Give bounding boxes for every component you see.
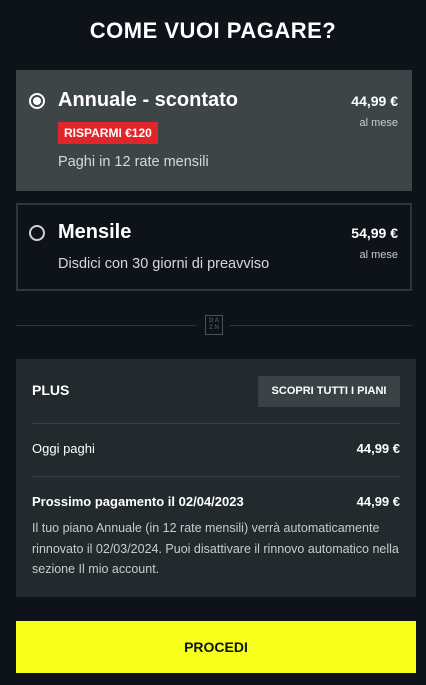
discover-all-plans-button[interactable]: SCOPRI TUTTI I PIANI (258, 376, 400, 407)
plan-period: al mese (359, 117, 398, 129)
next-payment-label: Prossimo pagamento il 02/04/2023 (32, 494, 244, 509)
plan-name: Mensile (58, 221, 132, 243)
plan-name: Annuale - scontato (58, 89, 239, 111)
today-pay-value: 44,99 € (356, 441, 400, 456)
plan-option-annual[interactable]: Annuale - scontato 44,99 € al mese RISPA… (16, 70, 412, 191)
next-payment-value: 44,99 € (356, 494, 400, 509)
radio-unselected-icon[interactable] (29, 225, 45, 241)
plan-price: 44,99 € (351, 93, 398, 109)
summary-divider (32, 476, 400, 477)
renewal-note: Il tuo piano Annuale (in 12 rate mensili… (32, 521, 399, 576)
payment-summary-panel: PLUS SCOPRI TUTTI I PIANI Oggi paghi 44,… (16, 359, 416, 597)
radio-dot-icon (33, 97, 41, 105)
proceed-button[interactable]: PROCEDI (16, 621, 416, 673)
page-title: COME VUOI PAGARE? (89, 18, 337, 43)
plan-period: al mese (359, 249, 398, 261)
plan-description: Disdici con 30 giorni di preavviso (58, 256, 270, 272)
summary-plan-name: PLUS (32, 382, 70, 398)
savings-badge: RISPARMI €120 (58, 122, 158, 144)
dazn-logo-icon: D AZ N (205, 315, 223, 335)
divider-line-left (16, 325, 196, 326)
radio-selected-icon[interactable] (29, 93, 45, 109)
plan-option-monthly[interactable]: Mensile 54,99 € al mese Disdici con 30 g… (16, 203, 412, 291)
plan-price: 54,99 € (351, 225, 398, 241)
plan-description: Paghi in 12 rate mensili (58, 154, 209, 170)
summary-divider (32, 423, 400, 424)
today-pay-label: Oggi paghi (32, 441, 95, 456)
divider-line-right (230, 325, 412, 326)
